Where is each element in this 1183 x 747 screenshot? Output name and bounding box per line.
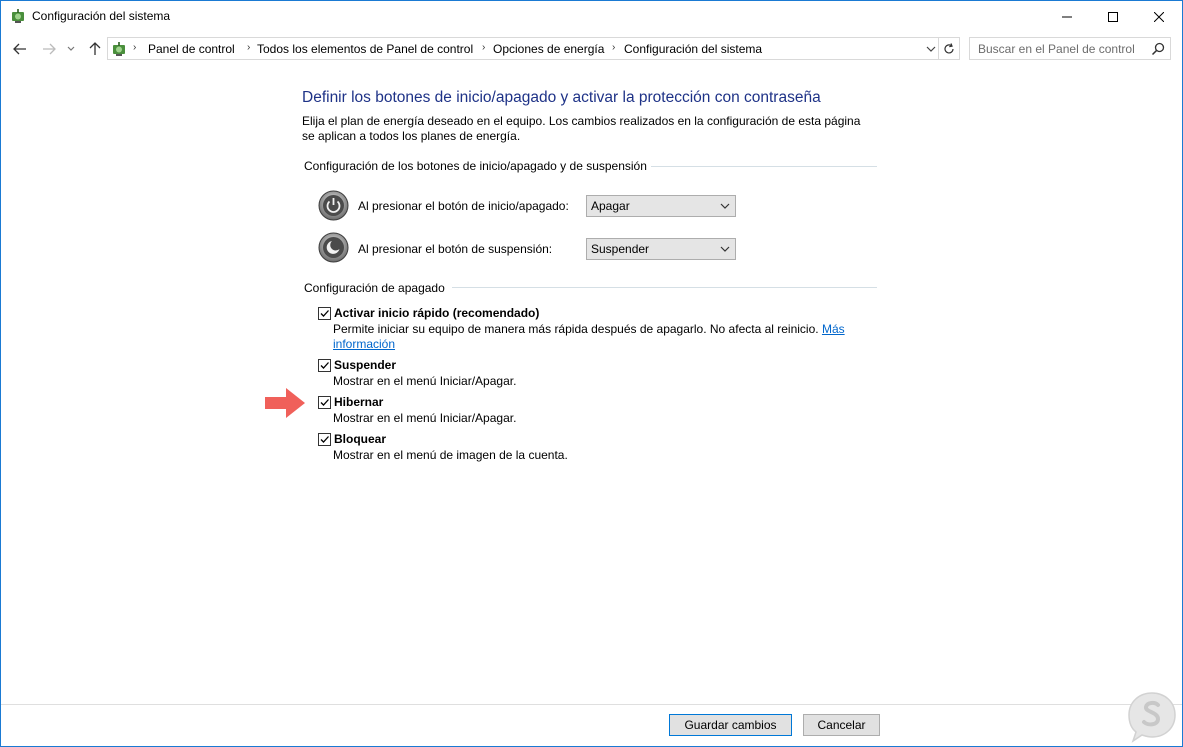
checkmark-icon [320, 362, 329, 369]
back-button[interactable] [10, 39, 30, 59]
content-area: Definir los botones de inicio/apagado y … [1, 64, 1182, 704]
breadcrumb-todos-los-elementos[interactable]: Todos los elementos de Panel de control [257, 42, 473, 56]
section-divider [452, 287, 877, 288]
lock-option-title: Bloquear [334, 432, 387, 446]
logo-watermark-icon [1128, 692, 1176, 743]
cancel-label: Cancelar [817, 718, 866, 732]
checkmark-icon [320, 436, 329, 443]
checkmark-icon [320, 399, 329, 406]
save-changes-label: Guardar cambios [684, 718, 777, 732]
sleep-option-description: Mostrar en el menú Iniciar/Apagar. [333, 374, 517, 388]
breadcrumb-separator[interactable]: › [612, 42, 615, 53]
red-arrow-icon [265, 388, 305, 418]
refresh-button[interactable] [939, 37, 960, 60]
fast-startup-description: Permite iniciar su equipo de manera más … [333, 322, 845, 337]
close-icon [1154, 11, 1164, 22]
page-description: Elija el plan de energía deseado en el e… [302, 114, 861, 143]
save-changes-button[interactable]: Guardar cambios [669, 714, 792, 736]
section-title-shutdown: Configuración de apagado [304, 281, 445, 295]
arrow-up-icon [89, 42, 101, 55]
up-button[interactable] [85, 39, 105, 59]
sleep-button-icon [318, 232, 349, 263]
sleep-checkbox[interactable] [318, 359, 331, 372]
breadcrumb-separator[interactable]: › [482, 42, 485, 53]
chevron-down-icon [926, 46, 936, 52]
minimize-button[interactable] [1044, 1, 1090, 32]
arrow-left-icon [13, 43, 26, 55]
footer-divider [1, 704, 1182, 705]
power-button-label: Al presionar el botón de inicio/apagado: [358, 199, 569, 213]
address-dropdown-button[interactable] [923, 41, 939, 57]
maximize-button[interactable] [1090, 1, 1136, 32]
window-title: Configuración del sistema [32, 9, 171, 23]
window: Configuración del sistema › Panel de con… [0, 0, 1183, 747]
control-panel-icon [113, 42, 125, 56]
search-icon [1151, 42, 1165, 56]
fast-startup-checkbox[interactable] [318, 307, 331, 320]
search-input[interactable]: Buscar en el Panel de control [969, 37, 1171, 60]
cancel-button[interactable]: Cancelar [803, 714, 880, 736]
breadcrumb-configuracion-del-sistema[interactable]: Configuración del sistema [624, 42, 762, 56]
close-button[interactable] [1136, 1, 1182, 32]
fast-startup-title: Activar inicio rápido (recomendado) [334, 306, 540, 320]
hibernate-checkbox[interactable] [318, 396, 331, 409]
more-info-link[interactable]: Más [822, 322, 845, 336]
maximize-icon [1108, 11, 1118, 22]
search-placeholder: Buscar en el Panel de control [978, 42, 1135, 56]
chevron-down-icon [720, 246, 730, 252]
navigation-bar: › Panel de control › Todos los elementos… [1, 34, 1182, 64]
power-button-select[interactable]: Apagar [586, 195, 736, 217]
section-divider [651, 166, 877, 167]
lock-option-description: Mostrar en el menú de imagen de la cuent… [333, 448, 568, 462]
recent-locations-button[interactable] [64, 39, 78, 59]
hibernate-option-description: Mostrar en el menú Iniciar/Apagar. [333, 411, 517, 425]
power-button-icon [318, 190, 349, 221]
breadcrumb-separator[interactable]: › [133, 42, 136, 53]
refresh-icon [944, 42, 954, 53]
breadcrumb-panel-de-control[interactable]: Panel de control [148, 42, 235, 56]
sleep-button-select[interactable]: Suspender [586, 238, 736, 260]
forward-button[interactable] [39, 39, 59, 59]
page-title: Definir los botones de inicio/apagado y … [302, 89, 821, 106]
title-bar: Configuración del sistema [1, 1, 1182, 32]
address-bar[interactable]: › Panel de control › Todos los elementos… [107, 37, 939, 60]
sleep-button-label: Al presionar el botón de suspensión: [358, 242, 553, 256]
hibernate-option-title: Hibernar [334, 395, 384, 409]
fast-startup-desc-text: Permite iniciar su equipo de manera más … [333, 322, 819, 336]
control-panel-power-icon [12, 9, 24, 23]
checkmark-icon [320, 310, 329, 317]
section-title-buttons: Configuración de los botones de inicio/a… [304, 159, 647, 173]
breadcrumb-separator[interactable]: › [247, 42, 250, 53]
more-info-link-continued[interactable]: información [333, 337, 395, 352]
minimize-icon [1062, 16, 1072, 17]
sleep-option-title: Suspender [334, 358, 397, 372]
arrow-right-icon [43, 43, 56, 55]
sleep-button-select-value: Suspender [591, 242, 650, 256]
chevron-down-icon [67, 46, 75, 51]
breadcrumb-opciones-de-energia[interactable]: Opciones de energía [493, 42, 604, 56]
chevron-down-icon [720, 203, 730, 209]
power-button-select-value: Apagar [591, 199, 630, 213]
lock-checkbox[interactable] [318, 433, 331, 446]
